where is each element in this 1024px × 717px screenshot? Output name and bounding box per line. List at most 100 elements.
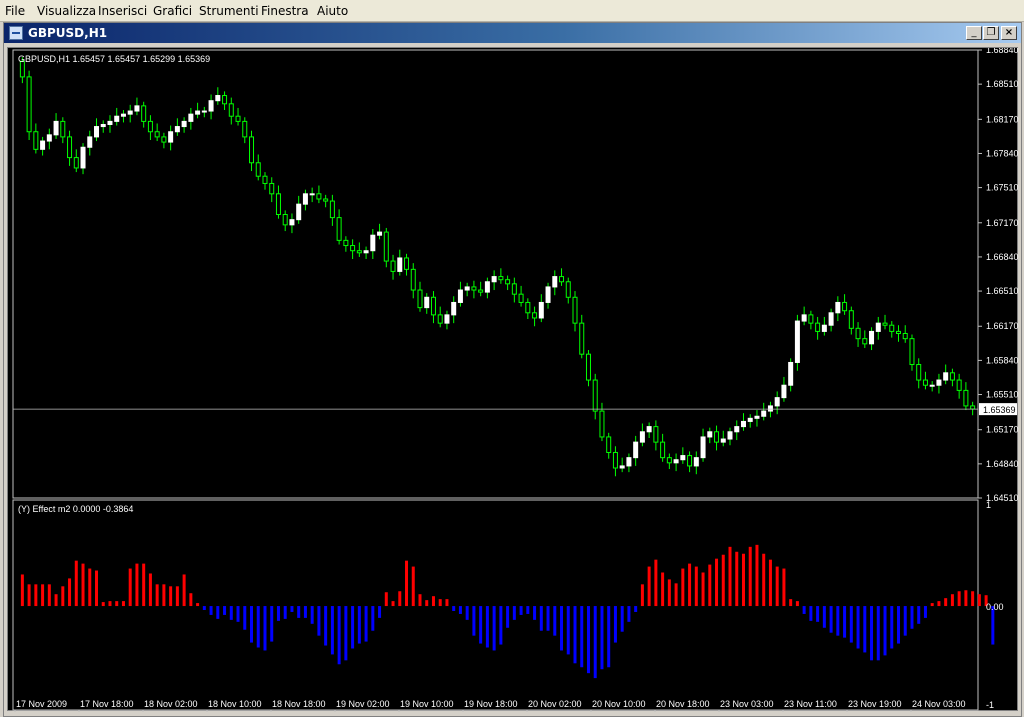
effect-bar-negative <box>283 606 287 619</box>
effect-bar-negative <box>357 606 361 644</box>
candle-bull <box>754 415 760 419</box>
candle-bull <box>457 289 463 303</box>
effect-bar-negative <box>519 606 523 615</box>
candle-bull <box>720 438 726 443</box>
effect-bar-positive <box>148 573 152 607</box>
candle-bear <box>147 120 153 133</box>
effect-bar-negative <box>876 606 880 661</box>
candle-bear <box>848 310 854 329</box>
candle-bear <box>275 193 281 216</box>
effect-bar-negative <box>337 606 341 665</box>
price-axis-label: 1.66170 <box>986 321 1019 331</box>
candle-bull <box>801 314 807 322</box>
effect-bar-negative <box>465 606 469 620</box>
chart-window: GBPUSD,H1 _ ❐ × 1.68840 1.68510 1.68170 1.6… <box>3 22 1022 717</box>
candle-bull <box>94 126 100 138</box>
effect-bar-positive <box>128 568 132 607</box>
effect-bar-positive <box>384 592 388 607</box>
effect-bar-positive <box>135 563 139 607</box>
indicator-scale-label: 1 <box>986 500 991 510</box>
menu-visualizza[interactable]: Visualizza <box>37 4 96 18</box>
chart-area[interactable]: 1.68840 1.68510 1.68170 1.67840 1.67510 1.671… <box>7 45 1019 714</box>
candle-bear <box>842 301 848 312</box>
candle-bull <box>943 372 949 381</box>
effect-bar-positive <box>155 584 159 607</box>
candle-bull <box>693 457 699 467</box>
effect-bar-negative <box>593 606 597 679</box>
effect-bar-negative <box>452 606 456 611</box>
candle-bull <box>451 301 457 316</box>
effect-bar-negative <box>364 606 368 642</box>
menu-finestra[interactable]: Finestra <box>261 4 309 18</box>
effect-bar-negative <box>856 606 860 649</box>
effect-bar-positive <box>411 566 415 607</box>
effect-bar-positive <box>795 601 799 607</box>
effect-bar-negative <box>829 606 833 633</box>
candle-bear <box>815 322 821 332</box>
effect-bar-negative <box>297 606 301 618</box>
effect-bar-positive <box>162 584 166 607</box>
time-axis-label: 20 Nov 10:00 <box>592 699 646 709</box>
price-axis-label: 1.66510 <box>986 286 1019 296</box>
candle-bull <box>929 384 935 387</box>
candle-bull <box>309 193 315 196</box>
time-axis-label: 20 Nov 02:00 <box>528 699 582 709</box>
candle-bear <box>323 198 329 202</box>
window-titlebar[interactable]: GBPUSD,H1 _ ❐ × <box>4 23 1021 43</box>
menu-aiuto[interactable]: Aiuto <box>317 4 348 18</box>
minimize-button[interactable]: _ <box>966 26 982 40</box>
effect-bar-negative <box>202 606 206 610</box>
candle-bull <box>740 420 746 428</box>
effect-bar-negative <box>553 606 557 636</box>
candle-bull <box>363 250 369 254</box>
effect-bar-positive <box>674 583 678 607</box>
candle-bear <box>653 426 659 443</box>
candle-bull <box>875 322 881 332</box>
candle-bull <box>633 441 639 459</box>
candle-bull <box>174 126 180 133</box>
candle-bull <box>707 431 713 438</box>
candle-bear <box>585 353 591 381</box>
candle-bull <box>552 276 558 288</box>
effect-bar-negative <box>485 606 489 648</box>
effect-bar-positive <box>768 559 772 607</box>
chart-canvas[interactable]: 1.68840 1.68510 1.68170 1.67840 1.67510 1.671… <box>8 45 1019 714</box>
candle-bear <box>356 250 362 254</box>
effect-bar-positive <box>101 602 105 607</box>
candle-bull <box>673 459 679 464</box>
candle-bull <box>444 314 450 324</box>
candle-bull <box>120 113 126 117</box>
price-axis-label: 1.65840 <box>986 355 1019 365</box>
candle-bear <box>228 103 234 117</box>
effect-bar-negative <box>344 606 348 661</box>
main-chart-frame <box>12 49 979 499</box>
candle-bull <box>114 115 120 122</box>
menu-strumenti[interactable]: Strumenti <box>199 4 259 18</box>
effect-bar-positive <box>640 584 644 607</box>
close-button[interactable]: × <box>1001 26 1017 40</box>
candle-bull <box>734 426 740 433</box>
effect-bar-positive <box>34 584 38 607</box>
effect-bar-positive <box>431 596 435 607</box>
candle-bear <box>660 441 666 459</box>
effect-bar-positive <box>405 560 409 607</box>
effect-bar-positive <box>391 601 395 607</box>
effect-bar-positive <box>445 599 449 607</box>
effect-bar-negative <box>816 606 820 622</box>
candle-bear <box>242 120 248 138</box>
menu-inserisci[interactable]: Inserisci <box>98 4 147 18</box>
candle-bear <box>329 200 335 219</box>
candle-bull <box>201 110 207 113</box>
menu-grafici[interactable]: Grafici <box>153 4 192 18</box>
effect-bar-positive <box>755 544 759 607</box>
indicator-info: (Y) Effect m2 0.0000 -0.3864 <box>18 504 133 514</box>
candle-bull <box>181 120 187 128</box>
effect-bar-positive <box>182 574 186 607</box>
candle-bear <box>67 136 73 159</box>
candle-bear <box>599 410 605 438</box>
menu-file[interactable]: File <box>5 4 25 18</box>
effect-bar-positive <box>688 563 692 607</box>
effect-bar-positive <box>175 586 179 607</box>
restore-button[interactable]: ❐ <box>983 26 999 40</box>
price-axis-label: 1.68510 <box>986 79 1019 89</box>
